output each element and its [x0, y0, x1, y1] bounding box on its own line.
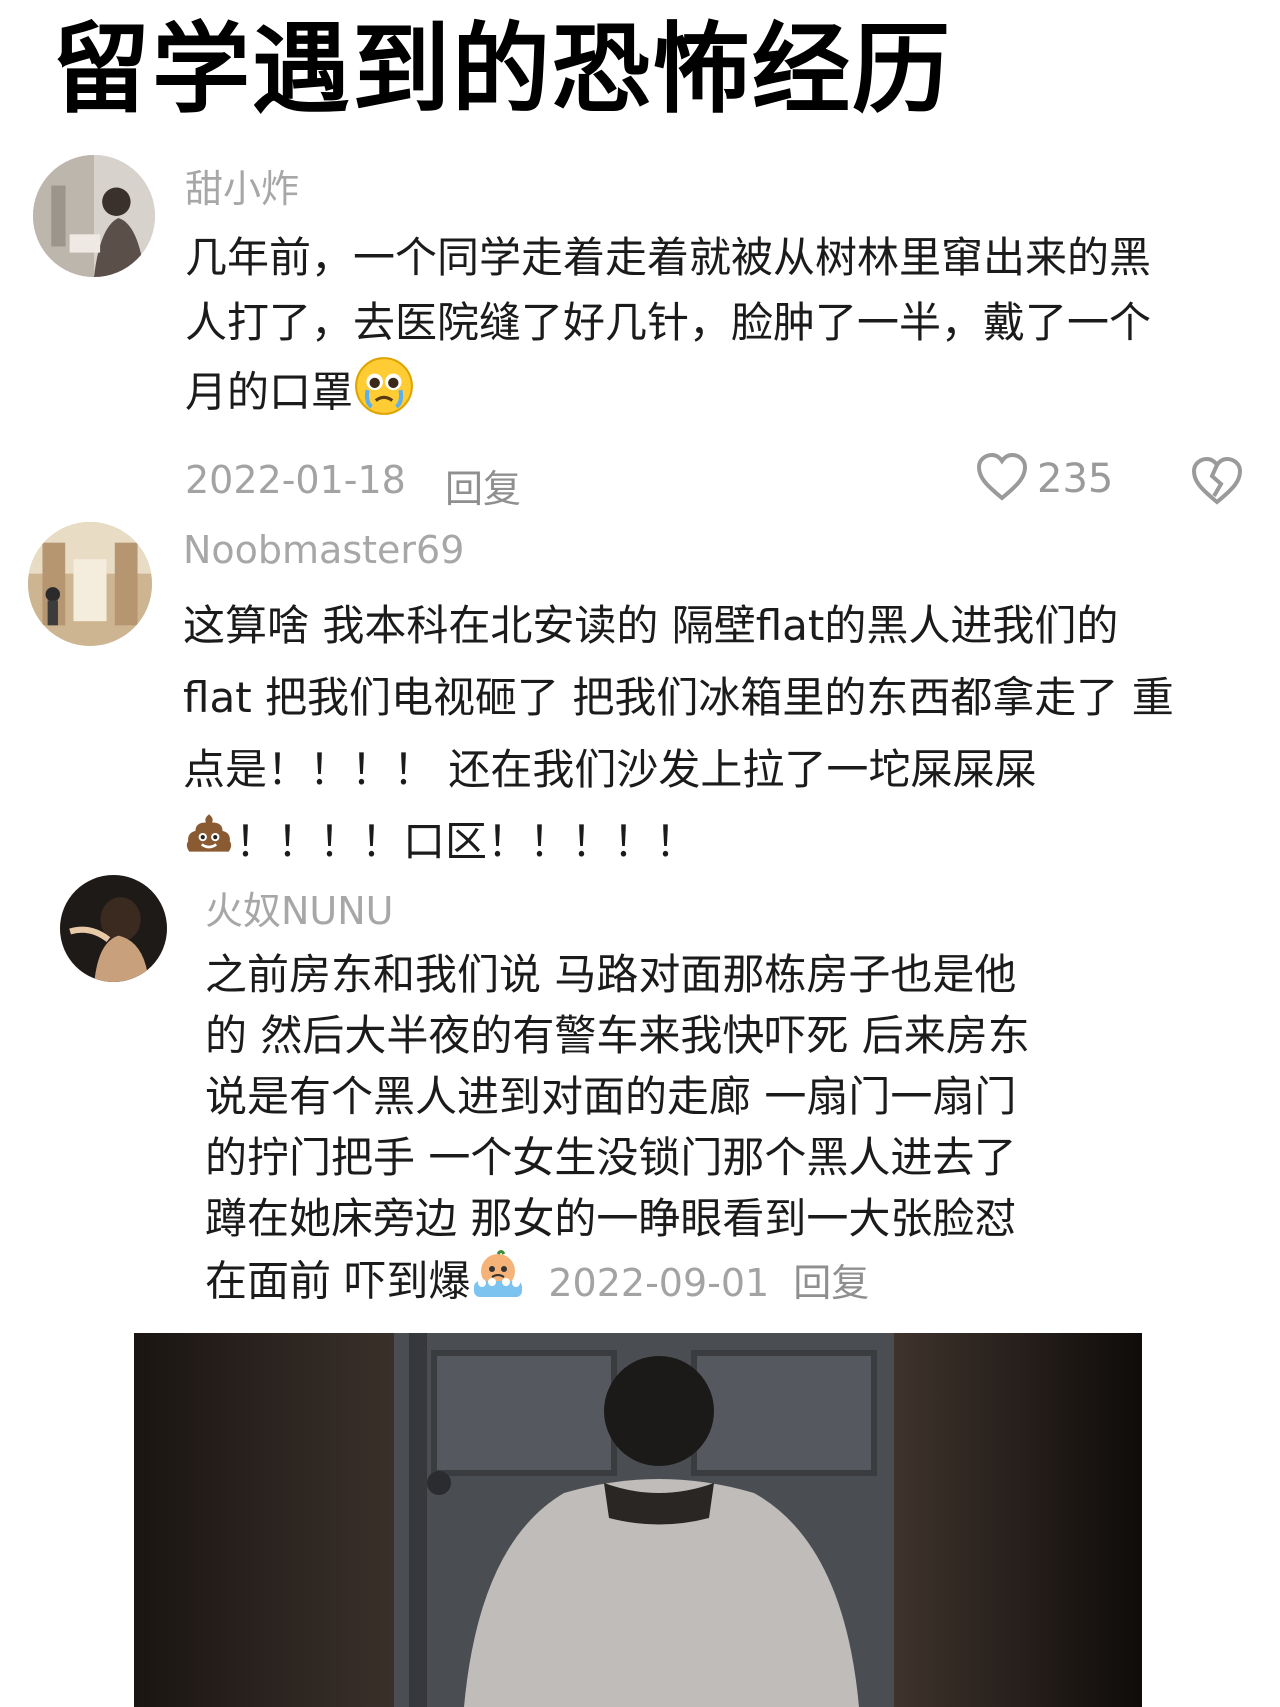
comment-date: 2022-01-18: [185, 458, 406, 502]
reply-button[interactable]: 回复: [445, 458, 521, 513]
comment-text: 几年前，一个同学走着走着就被从树林里窜出来的黑 人打了，去医院缝了好几针，脸肿了…: [185, 225, 1151, 435]
comment-line-text: 在面前 吓到爆: [205, 1256, 471, 1306]
comment-text: 之前房东和我们说 马路对面那栋房子也是他 的 然后大半夜的有警车来我快吓死 后来…: [205, 944, 1030, 1319]
comment-line: ！！！！口区！！！！！: [183, 806, 1174, 882]
broken-heart-icon[interactable]: [1190, 456, 1244, 510]
comment-text: 这算啥 我本科在北安读的 隔壁flat的黑人进我们的 flat 把我们电视砸了 …: [183, 590, 1174, 882]
comment-line: 点是！！！！ 还在我们沙发上拉了一坨屎屎屎: [183, 745, 1037, 794]
username[interactable]: Noobmaster69: [183, 528, 464, 572]
comment-line-text: ！！！！口区！！！！！: [235, 817, 698, 866]
like-button[interactable]: 235: [975, 452, 1113, 506]
crying-in-bath-emoji-icon: [470, 1249, 526, 1319]
comment-line: 在面前 吓到爆 2022-09-01 回复: [205, 1249, 1030, 1319]
page-title: 留学遇到的恐怖经历: [52, 13, 953, 127]
avatar[interactable]: [60, 875, 167, 982]
comment-line: 说是有个黑人进到对面的走廊 一扇门一扇门: [205, 1072, 1017, 1121]
username[interactable]: 甜小炸: [185, 158, 299, 213]
avatar[interactable]: [33, 155, 155, 277]
comment-line: 几年前，一个同学走着走着就被从树林里窜出来的黑: [185, 233, 1152, 282]
comment-line: flat 把我们电视砸了 把我们冰箱里的东西都拿走了 重: [183, 673, 1174, 722]
comment-date: 2022-09-01: [548, 1260, 770, 1305]
like-count: 235: [1037, 456, 1114, 502]
comment-line: 这算啥 我本科在北安读的 隔壁flat的黑人进我们的: [183, 601, 1119, 650]
reply-button[interactable]: 回复: [793, 1261, 869, 1305]
heart-outline-icon: [975, 452, 1029, 506]
avatar[interactable]: [28, 522, 152, 646]
comment-line-text: 月的口罩: [185, 367, 354, 417]
comment-line: 蹲在她床旁边 那女的一睁眼看到一大张脸怼: [205, 1194, 1017, 1243]
pleading-crying-emoji-icon: [353, 355, 415, 435]
comment-line: 的 然后大半夜的有警车来我快吓死 后来房东: [205, 1011, 1030, 1060]
username[interactable]: 火奴NUNU: [205, 880, 393, 935]
comment-line: 人打了，去医院缝了好几针，脸肿了一半，戴了一个: [185, 298, 1152, 347]
scene-photo: [134, 1333, 1142, 1707]
comment-line: 之前房东和我们说 马路对面那栋房子也是他: [205, 950, 1017, 999]
poop-emoji-icon: [183, 808, 235, 882]
comment-line: 的拧门把手 一个女生没锁门那个黑人进去了: [205, 1133, 1017, 1182]
comment-line: 月的口罩: [185, 355, 1151, 435]
